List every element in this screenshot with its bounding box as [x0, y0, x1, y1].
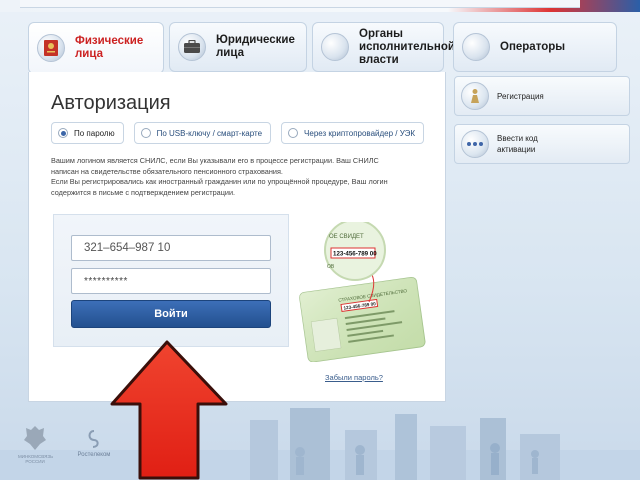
- radio-by-password[interactable]: По паролю: [51, 122, 124, 144]
- auth-panel: Авторизация По паролю По USB-ключу / сма…: [28, 72, 446, 402]
- auth-method-selector: По паролю По USB-ключу / смарт-карте Чер…: [51, 122, 425, 144]
- passport-icon: [37, 34, 65, 62]
- activation-code-icon: [461, 130, 489, 158]
- minkomsvyaz-logo: МИНКОМСВЯЗЬ РОССИИ: [18, 424, 54, 464]
- logo-label: Ростелеком: [77, 452, 111, 458]
- logo-label: МИНКОМСВЯЗЬ РОССИИ: [18, 454, 54, 464]
- tab-label: Органы исполнительной власти: [359, 27, 455, 66]
- radio-by-usb-key[interactable]: По USB-ключу / смарт-карте: [133, 122, 272, 144]
- operator-icon: [462, 33, 490, 61]
- sidebar-item-label: Ввести код активации: [497, 134, 538, 154]
- activation-code-button[interactable]: Ввести код активации: [454, 124, 630, 164]
- registration-icon: [461, 82, 489, 110]
- login-button[interactable]: Войти: [71, 300, 271, 328]
- radio-by-crypto-provider[interactable]: Через криптопровайдер / УЭК: [281, 122, 425, 144]
- radio-label: По паролю: [74, 128, 115, 138]
- page-title: Авторизация: [51, 92, 171, 114]
- login-info-text: Вашим логином является СНИЛС, если Вы ук…: [51, 156, 431, 198]
- top-banner: [0, 0, 640, 12]
- radio-dot[interactable]: [140, 128, 151, 138]
- login-input[interactable]: [71, 235, 271, 261]
- zoom-header: ОЕ СВИДЕТ: [329, 234, 364, 240]
- annotation-arrow-up-icon: [110, 340, 228, 480]
- info-line: написан на свидетельстве обязательного п…: [51, 166, 283, 176]
- radio-label: Через криптопровайдер / УЭК: [304, 128, 416, 138]
- radio-dot[interactable]: [58, 128, 68, 138]
- tab-individuals[interactable]: Физические лица: [28, 22, 164, 74]
- coat-of-arms-icon: [24, 426, 46, 450]
- sidebar-item-label: Регистрация: [497, 91, 544, 101]
- snils-card-illustration: СТРАХОВОЕ СВИДЕТЕЛЬСТВО 123-456-789 00 О…: [299, 222, 426, 362]
- briefcase-icon: [178, 33, 206, 61]
- login-form: Войти: [53, 214, 289, 347]
- password-input[interactable]: [71, 268, 271, 294]
- tab-operators[interactable]: Операторы: [453, 22, 617, 72]
- registration-button[interactable]: Регистрация: [454, 76, 630, 116]
- rostelecom-logo: Ростелеком: [74, 428, 114, 458]
- zoom-number: 123-456-789 00: [333, 251, 377, 258]
- zoom-sub: ОВ: [327, 264, 335, 270]
- tab-label: Физические лица: [75, 35, 144, 60]
- government-icon: [321, 33, 349, 61]
- tab-label: Операторы: [500, 40, 566, 53]
- info-line: Если Вы регистрировались как иностранный…: [51, 177, 388, 186]
- info-line: содержится в письме с подтверждением рег…: [51, 187, 236, 197]
- info-line: Вашим логином является СНИЛС, если Вы ук…: [51, 156, 379, 165]
- rostelecom-icon: [88, 430, 99, 448]
- tab-government-bodies[interactable]: Органы исполнительной власти: [312, 22, 455, 72]
- tab-label: Юридические лица: [216, 34, 295, 59]
- radio-dot[interactable]: [288, 128, 299, 138]
- radio-label: По USB-ключу / смарт-карте: [156, 128, 263, 138]
- tab-legal-entities[interactable]: Юридические лица: [169, 22, 307, 72]
- forgot-password-link[interactable]: Забыли пароль?: [325, 373, 383, 382]
